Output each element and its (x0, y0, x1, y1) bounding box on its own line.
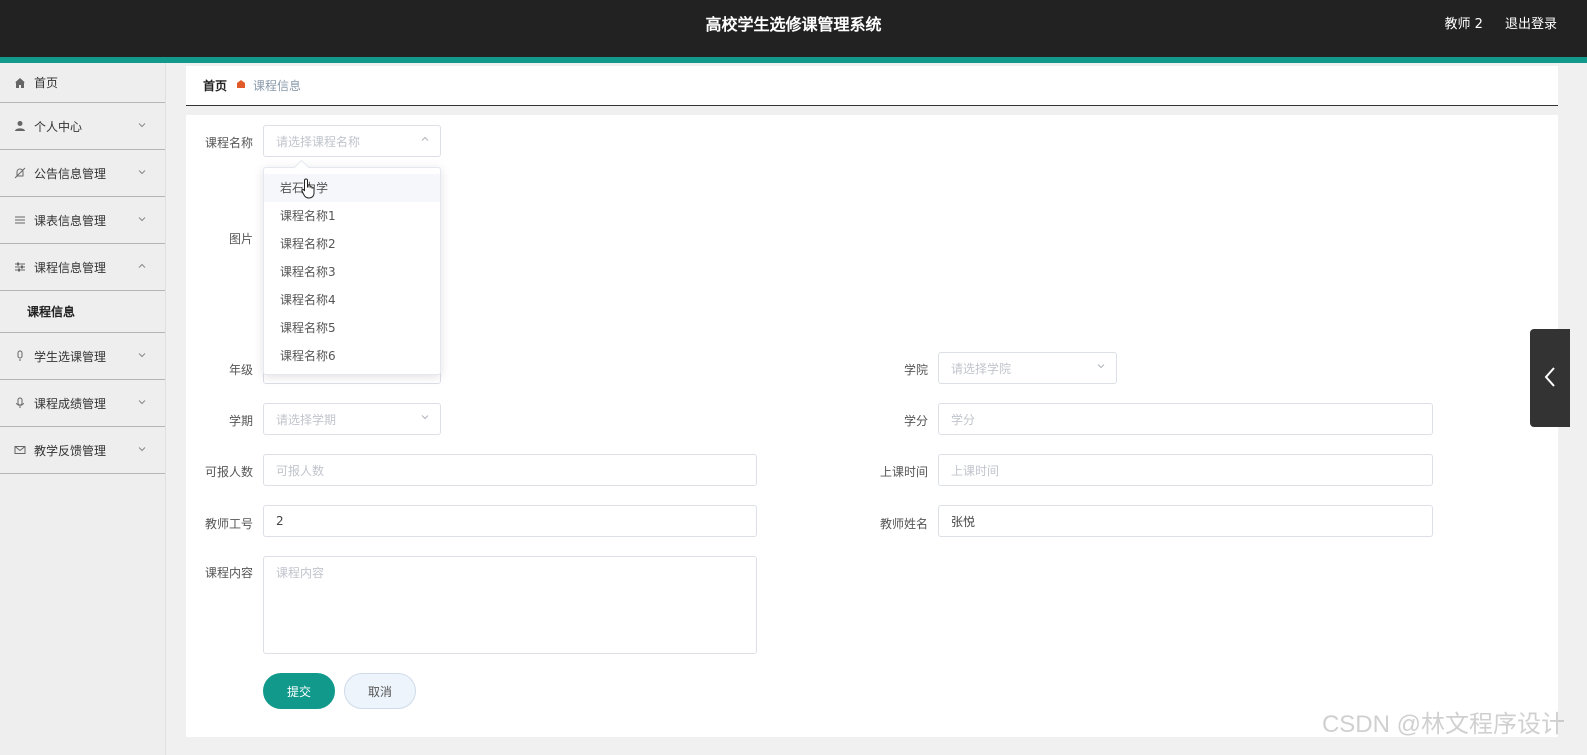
sidebar-subitem-course-info[interactable]: 课程信息 (0, 291, 165, 333)
dropdown-option[interactable]: 课程名称3 (264, 258, 440, 286)
capacity-label: 可报人数 (204, 465, 253, 479)
home-icon (13, 76, 27, 90)
capacity-input[interactable]: 可报人数 (263, 454, 757, 486)
sidebar-item-label: 首页 (34, 76, 59, 90)
submit-button[interactable]: 提交 (263, 673, 335, 709)
class-time-input[interactable]: 上课时间 (938, 454, 1433, 486)
app-title: 高校学生选修课管理系统 (705, 15, 882, 34)
course-name-select[interactable]: 请选择课程名称 (263, 125, 441, 157)
course-name-dropdown: 岩石力学 课程名称1 课程名称2 课程名称3 课程名称4 课程名称5 课程名称6 (263, 167, 441, 375)
side-panel-toggle[interactable] (1530, 329, 1570, 427)
college-placeholder: 请选择学院 (951, 361, 1012, 376)
header-accent-bar (0, 57, 1587, 63)
chevron-down-icon (137, 214, 147, 227)
cancel-button[interactable]: 取消 (344, 673, 416, 709)
teacher-name-value: 张悦 (951, 514, 976, 529)
dropdown-option[interactable]: 课程名称4 (264, 286, 440, 314)
sidebar-item-course-management[interactable]: 课程信息管理 (0, 244, 165, 291)
sidebar-subitem-label: 课程信息 (27, 305, 76, 319)
dropdown-option[interactable]: 课程名称1 (264, 202, 440, 230)
user-area: 教师 2 退出登录 (1426, 0, 1557, 50)
dropdown-option[interactable]: 岩石力学 (264, 174, 440, 202)
sidebar-item-schedule-management[interactable]: 课表信息管理 (0, 197, 165, 244)
sliders-icon (13, 260, 27, 274)
sidebar-item-label: 教学反馈管理 (34, 443, 107, 458)
content-placeholder: 课程内容 (276, 566, 325, 580)
term-placeholder: 请选择学期 (276, 412, 337, 427)
bell-off-icon (13, 166, 27, 180)
sidebar-item-feedback-management[interactable]: 教学反馈管理 (0, 427, 165, 474)
teacher-name-label: 教师姓名 (879, 517, 928, 531)
user-icon (13, 119, 27, 133)
content-textarea[interactable]: 课程内容 (263, 556, 757, 654)
college-select[interactable]: 请选择学院 (938, 352, 1117, 384)
teacher-id-input[interactable]: 2 (263, 505, 757, 537)
chevron-down-icon (420, 412, 430, 425)
class-time-label: 上课时间 (879, 465, 928, 479)
credit-placeholder: 学分 (951, 412, 976, 427)
breadcrumb: 首页 课程信息 (186, 66, 1558, 106)
image-label: 图片 (228, 232, 253, 246)
teacher-id-label: 教师工号 (204, 517, 253, 531)
logout-link[interactable]: 退出登录 (1505, 17, 1557, 32)
chevron-down-icon (1096, 361, 1106, 374)
chevron-left-icon (1543, 366, 1557, 391)
grade-label: 年级 (228, 363, 253, 377)
course-name-placeholder: 请选择课程名称 (276, 134, 361, 149)
credit-label: 学分 (903, 414, 928, 428)
sidebar-item-grade-management[interactable]: 课程成绩管理 (0, 380, 165, 427)
watermark: CSDN @林文程序设计 (1321, 711, 1565, 738)
breadcrumb-current: 课程信息 (253, 79, 302, 93)
sidebar-item-label: 课表信息管理 (34, 213, 107, 228)
college-label: 学院 (903, 363, 928, 377)
chevron-up-icon (137, 261, 147, 274)
chevron-up-icon (420, 134, 430, 147)
teacher-name-input[interactable]: 张悦 (938, 505, 1433, 537)
chevron-down-icon (137, 167, 147, 180)
microphone-icon (13, 349, 27, 363)
mail-icon (13, 443, 27, 457)
dropdown-option[interactable]: 课程名称6 (264, 342, 440, 370)
term-select[interactable]: 请选择学期 (263, 403, 441, 435)
sidebar-item-course-selection[interactable]: 学生选课管理 (0, 333, 165, 380)
sidebar: 首页 个人中心 公告信息管理 课表信息管理 课程信息管理 课程信息 学生选课管理… (0, 63, 166, 755)
hand-cursor-icon (301, 178, 317, 203)
course-name-label: 课程名称 (204, 136, 253, 150)
sidebar-item-label: 课程成绩管理 (34, 396, 107, 411)
sidebar-item-notice-management[interactable]: 公告信息管理 (0, 150, 165, 197)
chevron-down-icon (137, 397, 147, 410)
breadcrumb-home[interactable]: 首页 (203, 77, 227, 94)
sidebar-item-home[interactable]: 首页 (0, 63, 165, 103)
sidebar-item-label: 公告信息管理 (34, 166, 107, 181)
sidebar-item-label: 课程信息管理 (34, 260, 107, 275)
sidebar-item-label: 个人中心 (34, 119, 83, 134)
dropdown-option[interactable]: 课程名称5 (264, 314, 440, 342)
chevron-down-icon (137, 444, 147, 457)
current-user[interactable]: 教师 2 (1444, 17, 1482, 32)
sidebar-item-label: 学生选课管理 (34, 349, 107, 364)
chevron-down-icon (137, 120, 147, 133)
microphone-icon (13, 396, 27, 410)
breadcrumb-separator-icon (236, 79, 246, 92)
credit-input[interactable]: 学分 (938, 403, 1433, 435)
chevron-down-icon (137, 350, 147, 363)
class-time-placeholder: 上课时间 (951, 463, 1000, 478)
capacity-placeholder: 可报人数 (276, 463, 325, 478)
sidebar-item-personal-center[interactable]: 个人中心 (0, 103, 165, 150)
term-label: 学期 (228, 414, 253, 428)
dropdown-option[interactable]: 课程名称2 (264, 230, 440, 258)
teacher-id-value: 2 (276, 514, 284, 528)
list-icon (13, 213, 27, 227)
content-label: 课程内容 (204, 566, 253, 580)
